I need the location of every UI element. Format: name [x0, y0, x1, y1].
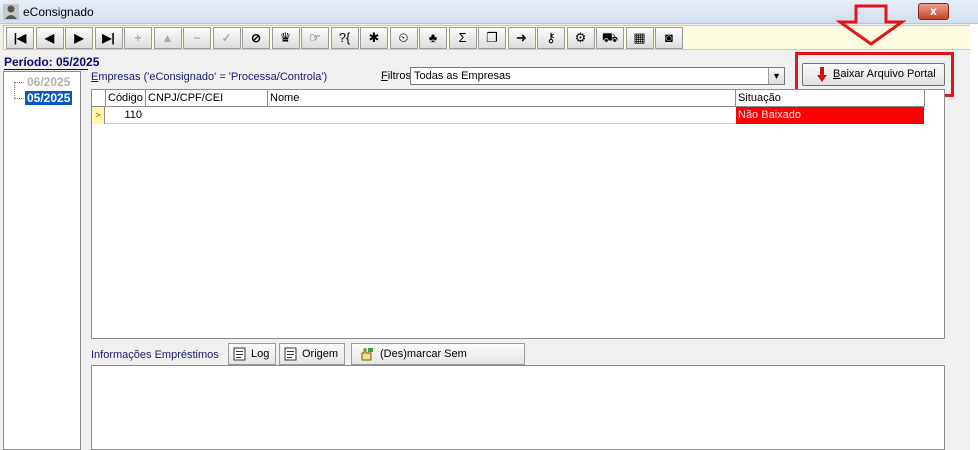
tool-copy-button[interactable]: ❐ [478, 27, 506, 49]
first-record-button[interactable]: |◀ [6, 27, 34, 49]
toolbar: |◀ ◀ ▶ ▶| + ▲ − ✓ ⊘ ♛ ☞ ?{✱ ⏲ ♣ Σ ❐ ➜ ⚷ ⚙ ⛟ ▦ ◙ [3, 25, 975, 50]
prev-record-button[interactable]: ◀ [35, 27, 64, 49]
tree-connector [14, 98, 24, 99]
tool-clock-button[interactable]: ⏲ [389, 27, 418, 49]
tool-stamp-button[interactable]: ♛ [271, 27, 300, 49]
app-user-icon [3, 4, 19, 20]
tool-people-button[interactable]: ♣ [419, 27, 447, 49]
periodo-label: Período: 05/2025 [4, 55, 100, 69]
document-icon [284, 347, 297, 361]
tool-stop-button[interactable]: ◙ [655, 27, 683, 49]
last-record-button[interactable]: ▶| [94, 27, 123, 49]
cell-codigo[interactable]: 110 [106, 107, 144, 124]
desmarcar-sem-movimento-button[interactable]: (Des)marcar Sem Movimento [351, 343, 525, 380]
download-arrow-icon [817, 67, 827, 82]
tool-truck-button[interactable]: ⛟ [596, 27, 624, 49]
origem-label: Origem [302, 348, 339, 360]
filtros-accel: F [381, 70, 388, 82]
tool-pointer-button[interactable]: ☞ [301, 27, 329, 49]
tool-network-button[interactable]: ✱ [360, 27, 388, 49]
tool-calendar-button[interactable]: ▦ [625, 27, 654, 49]
baixar-arquivo-portal-button[interactable]: Baixar Arquivo Portal [802, 63, 945, 86]
header-indicator [92, 90, 106, 107]
insert-record-button[interactable]: + [124, 27, 152, 49]
column-header-cnpj[interactable]: CNPJ/CPF/CEI [146, 90, 268, 107]
table-row[interactable]: > 110 Não Baixado [92, 107, 925, 124]
row-indicator-icon: > [92, 107, 105, 124]
post-record-button[interactable]: ✓ [212, 27, 241, 49]
tree-item-06-2025[interactable]: 06/2025 [25, 75, 72, 89]
filtros-label: Filtros [381, 70, 411, 82]
cancel-record-button[interactable]: ⊘ [242, 27, 270, 49]
tool-question-button[interactable]: ?{ [330, 27, 359, 49]
highlight-arrow-icon [836, 4, 906, 46]
grid-header: Código CNPJ/CPF/CEI Nome Situação [92, 90, 925, 107]
column-header-nome[interactable]: Nome [268, 90, 736, 107]
tree-connector [14, 82, 24, 83]
tool-sum-button[interactable]: Σ [448, 27, 477, 49]
period-tree: 06/2025 05/2025 [3, 71, 81, 450]
econsignado-window: eConsignado x |◀ ◀ ▶ ▶| + ▲ − ✓ ⊘ ♛ ☞ ?{✱ ⏲ ♣ Σ ❐ ➜ ⚷ ⚙ ⛟ ▦ ◙… [0, 0, 978, 450]
log-button[interactable]: Log [228, 343, 276, 365]
column-header-situacao[interactable]: Situação [736, 90, 925, 107]
emprestimos-panel[interactable] [91, 365, 945, 450]
empresas-grid[interactable]: Código CNPJ/CPF/CEI Nome Situação > 110 … [91, 89, 945, 339]
edit-record-button[interactable]: ▲ [153, 27, 182, 49]
next-record-button[interactable]: ▶ [65, 27, 93, 49]
periodo-underline [4, 69, 88, 70]
tool-export-button[interactable]: ➜ [507, 27, 536, 49]
column-header-codigo[interactable]: Código [106, 90, 146, 107]
tool-gear-button[interactable]: ⚙ [566, 27, 595, 49]
filtros-value: Todas as Empresas [414, 70, 511, 82]
empresas-label: Empresas ('eConsignado' = 'Processa/Cont… [91, 71, 327, 83]
document-icon [233, 347, 246, 361]
filtros-select[interactable]: Todas as Empresas ▼ [410, 67, 785, 85]
tool-key-button[interactable]: ⚷ [537, 27, 565, 49]
cell-situacao[interactable]: Não Baixado [736, 107, 924, 124]
title-bar: eConsignado x [0, 0, 978, 24]
chevron-down-icon[interactable]: ▼ [768, 68, 784, 84]
tree-item-05-2025[interactable]: 05/2025 [25, 91, 73, 105]
window-title: eConsignado [23, 5, 94, 19]
filtros-text: iltros [387, 70, 411, 82]
cell-cnpj[interactable] [146, 107, 268, 124]
empresas-text: mpresas ('eConsignado' = 'Processa/Contr… [98, 71, 328, 83]
hand-pointer-icon [361, 348, 373, 361]
window-right-edge [970, 24, 978, 450]
informacoes-emprestimos-label: Informações Empréstimos [91, 349, 219, 361]
log-label: Log [251, 348, 270, 360]
origem-button[interactable]: Origem [279, 343, 345, 365]
close-button[interactable]: x [918, 3, 949, 20]
cell-nome[interactable] [268, 107, 736, 124]
delete-record-button[interactable]: − [183, 27, 211, 49]
tree-connector [14, 82, 15, 98]
baixar-label: aixar Arquivo Portal [840, 68, 936, 80]
